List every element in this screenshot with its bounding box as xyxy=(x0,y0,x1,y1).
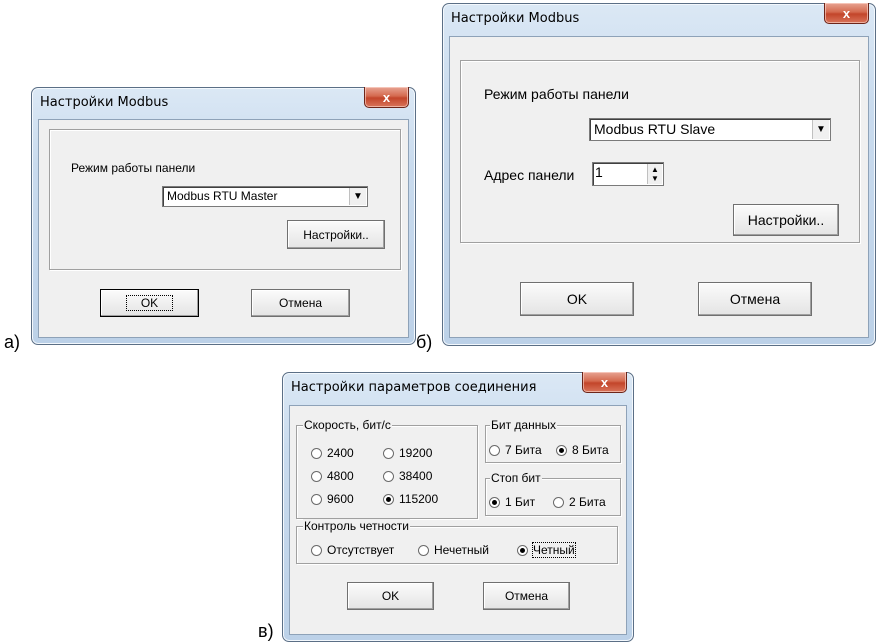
dialog-title: Настройки параметров соединения xyxy=(291,380,537,395)
speed-radio-9600[interactable]: 9600 xyxy=(311,492,354,506)
speed-radio-38400[interactable]: 38400 xyxy=(383,469,432,483)
radio-circle-icon xyxy=(517,544,528,556)
mode-value: Modbus RTU Master xyxy=(167,189,278,203)
address-value: 1 xyxy=(595,164,603,180)
radio-circle-icon xyxy=(383,470,394,482)
cancel-button[interactable]: Отмена xyxy=(483,582,570,610)
radio-label: 8 Бита xyxy=(572,443,609,457)
dialog-client-area: Режим работы панели Modbus RTU Master ▼ … xyxy=(38,119,409,338)
radio-label: 9600 xyxy=(327,492,354,506)
address-label: Адрес панели xyxy=(484,167,575,183)
parity-radio-none[interactable]: Отсутствует xyxy=(311,543,394,557)
speed-radio-19200[interactable]: 19200 xyxy=(383,446,432,460)
dialog-client-area: Скорость, бит/с 2400 19200 4800 38400 96… xyxy=(289,405,627,635)
radio-circle-icon xyxy=(418,544,429,556)
close-icon: x xyxy=(382,89,391,105)
close-button[interactable]: x xyxy=(824,3,869,24)
stop-bits-radio-1[interactable]: 1 Бит xyxy=(489,495,535,509)
data-bits-radio-8[interactable]: 8 Бита xyxy=(556,443,609,457)
radio-circle-icon xyxy=(311,470,322,482)
mode-combo[interactable]: Modbus RTU Slave ▼ xyxy=(589,118,831,141)
address-spinner[interactable]: 1 ▲ ▼ xyxy=(592,162,664,186)
ok-button[interactable]: OK xyxy=(347,582,434,610)
radio-circle-icon xyxy=(311,544,322,556)
radio-label: 19200 xyxy=(399,446,433,460)
radio-label: 115200 xyxy=(399,492,439,506)
dialog-title: Настройки Modbus xyxy=(40,95,169,110)
radio-circle-icon xyxy=(383,447,394,459)
radio-label: 4800 xyxy=(327,469,354,483)
chevron-down-icon[interactable]: ▼ xyxy=(812,120,829,139)
parity-group-label: Контроль четности xyxy=(303,519,410,533)
modbus-settings-dialog-master: Настройки Modbus x Режим работы панели M… xyxy=(31,87,416,345)
mode-label: Режим работы панели xyxy=(71,161,196,175)
mode-label: Режим работы панели xyxy=(484,86,629,102)
radio-circle-icon xyxy=(311,493,322,505)
modbus-settings-dialog-slave: Настройки Modbus x Режим работы панели M… xyxy=(442,3,876,346)
radio-label: 1 Бит xyxy=(505,495,536,509)
radio-label: 2 Бита xyxy=(569,495,606,509)
ok-button[interactable]: OK xyxy=(100,289,199,317)
ok-button[interactable]: OK xyxy=(520,282,634,316)
close-icon: x xyxy=(842,5,851,21)
speed-radio-115200[interactable]: 115200 xyxy=(383,492,438,506)
radio-circle-icon xyxy=(489,496,500,508)
data-bits-radio-7[interactable]: 7 Бита xyxy=(489,443,542,457)
settings-button[interactable]: Настройки.. xyxy=(733,204,839,236)
cancel-button[interactable]: Отмена xyxy=(251,289,350,317)
chevron-down-icon[interactable]: ▼ xyxy=(349,188,366,205)
radio-circle-icon xyxy=(489,444,500,456)
spin-arrows-icon[interactable]: ▲ ▼ xyxy=(647,164,662,184)
close-button[interactable]: x xyxy=(582,372,627,393)
dialog-client-area: Режим работы панели Modbus RTU Slave ▼ А… xyxy=(449,36,869,338)
radio-label: 2400 xyxy=(327,446,354,460)
radio-circle-icon xyxy=(311,447,322,459)
speed-group-label: Скорость, бит/с xyxy=(303,418,392,432)
dialog-title: Настройки Modbus xyxy=(451,11,580,26)
speed-radio-2400[interactable]: 2400 xyxy=(311,446,354,460)
parity-radio-odd[interactable]: Нечетный xyxy=(418,543,489,557)
radio-label: Отсутствует xyxy=(327,543,395,557)
connection-settings-dialog: Настройки параметров соединения x Скорос… xyxy=(282,372,634,642)
radio-label: Нечетный xyxy=(434,543,489,557)
radio-circle-icon xyxy=(383,493,394,505)
radio-circle-icon xyxy=(553,496,564,508)
radio-circle-icon xyxy=(556,444,567,456)
radio-label: Четный xyxy=(532,542,576,558)
ok-label: OK xyxy=(125,295,174,311)
caption-b: б) xyxy=(416,332,433,352)
radio-label: 7 Бита xyxy=(505,443,542,457)
mode-combo[interactable]: Modbus RTU Master ▼ xyxy=(162,186,368,207)
caption-a: а) xyxy=(4,332,21,352)
caption-c: в) xyxy=(258,621,274,641)
close-button[interactable]: x xyxy=(364,87,409,108)
mode-value: Modbus RTU Slave xyxy=(594,121,716,137)
radio-label: 38400 xyxy=(399,469,433,483)
stop-bits-group-label: Стоп бит xyxy=(490,471,542,485)
close-icon: x xyxy=(600,374,609,390)
parity-radio-even[interactable]: Четный xyxy=(517,542,576,558)
data-bits-group-label: Бит данных xyxy=(490,418,557,432)
stop-bits-radio-2[interactable]: 2 Бита xyxy=(553,495,606,509)
speed-radio-4800[interactable]: 4800 xyxy=(311,469,354,483)
settings-button[interactable]: Настройки.. xyxy=(287,220,385,249)
cancel-button[interactable]: Отмена xyxy=(698,282,812,316)
